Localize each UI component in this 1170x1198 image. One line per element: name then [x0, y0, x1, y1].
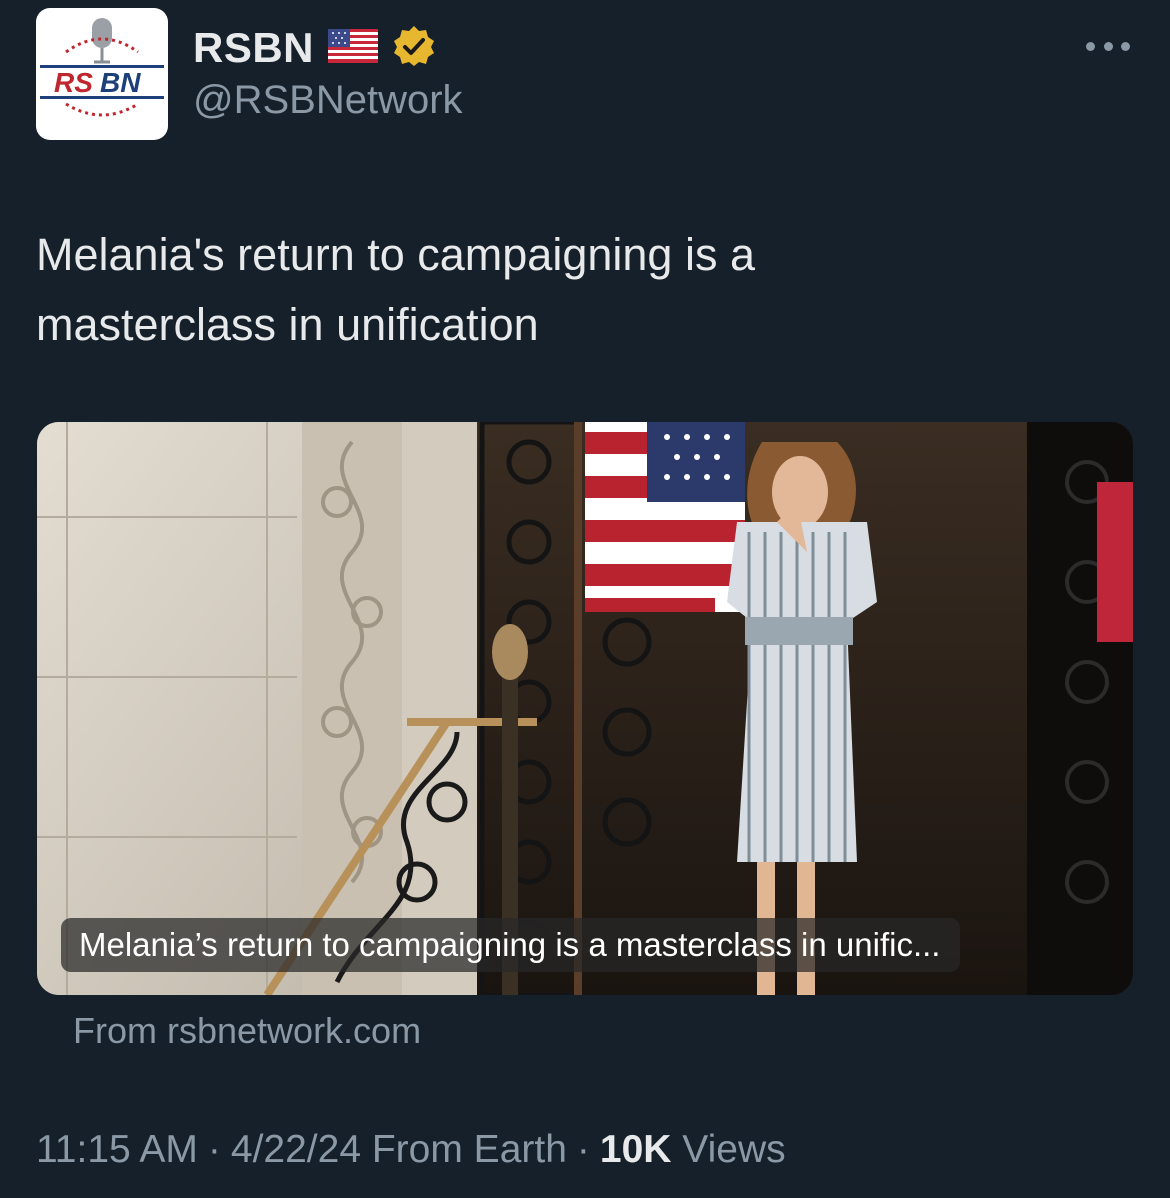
link-source-text[interactable]: From rsbnetwork.com — [73, 1010, 421, 1051]
tweet-meta: 11:15 AM · 4/22/24 From Earth · 10K View… — [36, 1128, 786, 1172]
tweet-time[interactable]: 11:15 AM — [36, 1128, 198, 1172]
views-count: 10K — [599, 1128, 672, 1171]
tweet-text-line: Melania's return to campaigning is a — [36, 229, 755, 280]
svg-text:BN: BN — [100, 67, 141, 98]
link-preview-card[interactable]: Melania’s return to campaigning is a mas… — [37, 422, 1133, 995]
views-label: Views — [682, 1128, 786, 1171]
tweet-location: From Earth — [371, 1128, 567, 1171]
author-name-row[interactable]: RSBN — [193, 22, 436, 74]
meta-separator: · — [207, 1128, 221, 1171]
article-photo — [37, 422, 1133, 995]
svg-text:RS: RS — [54, 67, 93, 98]
author-avatar[interactable]: RS BN — [36, 8, 168, 140]
rsbn-logo-icon: RS BN — [40, 18, 164, 117]
author-handle[interactable]: @RSBNetwork — [193, 78, 463, 123]
link-card-title: Melania’s return to campaigning is a mas… — [61, 918, 961, 972]
tweet-text: Melania's return to campaigning is a mas… — [36, 220, 1036, 360]
more-horizontal-icon[interactable] — [1086, 38, 1130, 54]
link-source[interactable]: From rsbnetwork.com — [73, 1010, 421, 1052]
tweet-date[interactable]: 4/22/24 — [231, 1128, 361, 1172]
us-flag-icon — [328, 28, 379, 68]
tweet-text-line: masterclass in unification — [36, 299, 539, 350]
author-name[interactable]: RSBN — [193, 24, 314, 72]
gold-verified-badge-icon[interactable] — [392, 24, 436, 73]
meta-separator: · — [576, 1128, 590, 1171]
